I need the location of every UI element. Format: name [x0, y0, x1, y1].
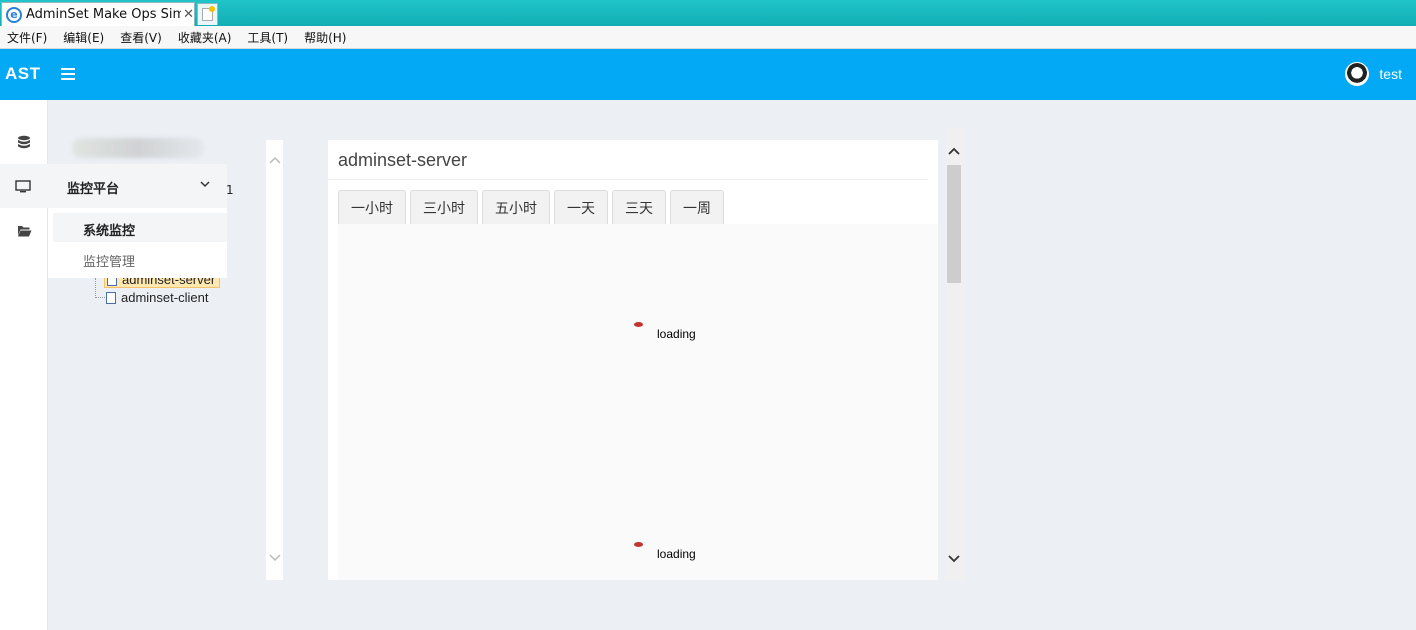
chart-loading-indicator: loading: [634, 322, 696, 341]
time-range-buttons: 一小时 三小时 五小时 一天 三天 一周: [338, 190, 728, 224]
tree-partial-text: 1: [226, 183, 234, 197]
menu-view[interactable]: 查看(V): [120, 29, 162, 46]
folder-open-icon[interactable]: [0, 208, 48, 252]
scroll-down-icon[interactable]: [269, 554, 281, 562]
browser-menubar: 文件(F) 编辑(E) 查看(V) 收藏夹(A) 工具(T) 帮助(H): [0, 26, 1416, 49]
chevron-down-icon: [200, 181, 210, 188]
app-logo[interactable]: AST: [5, 64, 41, 84]
chart-area: loading loading: [338, 224, 938, 580]
scroll-up-icon[interactable]: [948, 147, 960, 155]
app-header: AST test: [0, 49, 1416, 100]
avatar: [1345, 62, 1370, 86]
menu-toggle-icon[interactable]: [61, 66, 75, 82]
new-tab-button[interactable]: [197, 3, 218, 25]
menu-file[interactable]: 文件(F): [7, 29, 47, 46]
sidebar-item-label: 监控平台: [67, 182, 120, 197]
tree-node-label: adminset-client: [121, 290, 209, 305]
range-3d-button[interactable]: 三天: [612, 190, 666, 224]
browser-tab[interactable]: e AdminSet Make Ops Sim... ✕: [1, 2, 195, 26]
divider: [328, 179, 928, 180]
tree-node-client[interactable]: adminset-client: [106, 290, 208, 305]
main-scrollbar[interactable]: [945, 128, 963, 580]
menu-edit[interactable]: 编辑(E): [63, 29, 104, 46]
new-tab-icon: [202, 6, 215, 21]
document-icon: [106, 291, 116, 304]
ie-browser-icon: e: [6, 6, 22, 23]
tree-root-blurred: [72, 138, 204, 158]
range-3h-button[interactable]: 三小时: [410, 190, 478, 224]
scroll-down-icon[interactable]: [948, 555, 960, 563]
tab-close-icon[interactable]: ✕: [183, 7, 194, 22]
loading-spinner-icon: [634, 322, 643, 327]
database-icon[interactable]: [0, 120, 48, 164]
submenu-item-monitor-manage[interactable]: 监控管理: [83, 251, 135, 270]
range-1h-button[interactable]: 一小时: [338, 190, 406, 224]
submenu-item-system-monitor[interactable]: 系统监控: [53, 213, 227, 242]
submenu-panel: 系统监控 监控管理: [48, 208, 227, 278]
browser-tab-strip: e AdminSet Make Ops Sim... ✕: [0, 0, 1416, 26]
user-menu[interactable]: test: [1345, 62, 1402, 86]
scroll-up-icon[interactable]: [269, 156, 281, 164]
monitor-icon: [15, 180, 31, 193]
scrollbar-thumb[interactable]: [947, 165, 961, 283]
menu-tools[interactable]: 工具(T): [247, 29, 288, 46]
loading-spinner-icon: [634, 542, 643, 547]
loading-text: loading: [657, 327, 696, 341]
range-1w-button[interactable]: 一周: [670, 190, 724, 224]
sidebar-item-monitoring[interactable]: 监控平台: [0, 164, 227, 208]
page-title: adminset-server: [338, 150, 468, 170]
menu-help[interactable]: 帮助(H): [304, 29, 346, 46]
username: test: [1379, 66, 1402, 82]
browser-tab-title: AdminSet Make Ops Sim...: [25, 7, 182, 22]
monitor-panel: adminset-server 一小时 三小时 五小时 一天 三天 一周 loa…: [328, 140, 938, 580]
chart-loading-indicator: loading: [634, 542, 696, 561]
tree-scrollbar[interactable]: [266, 140, 283, 580]
menu-favorites[interactable]: 收藏夹(A): [178, 29, 232, 46]
loading-text: loading: [657, 547, 696, 561]
range-5h-button[interactable]: 五小时: [482, 190, 550, 224]
range-1d-button[interactable]: 一天: [554, 190, 608, 224]
